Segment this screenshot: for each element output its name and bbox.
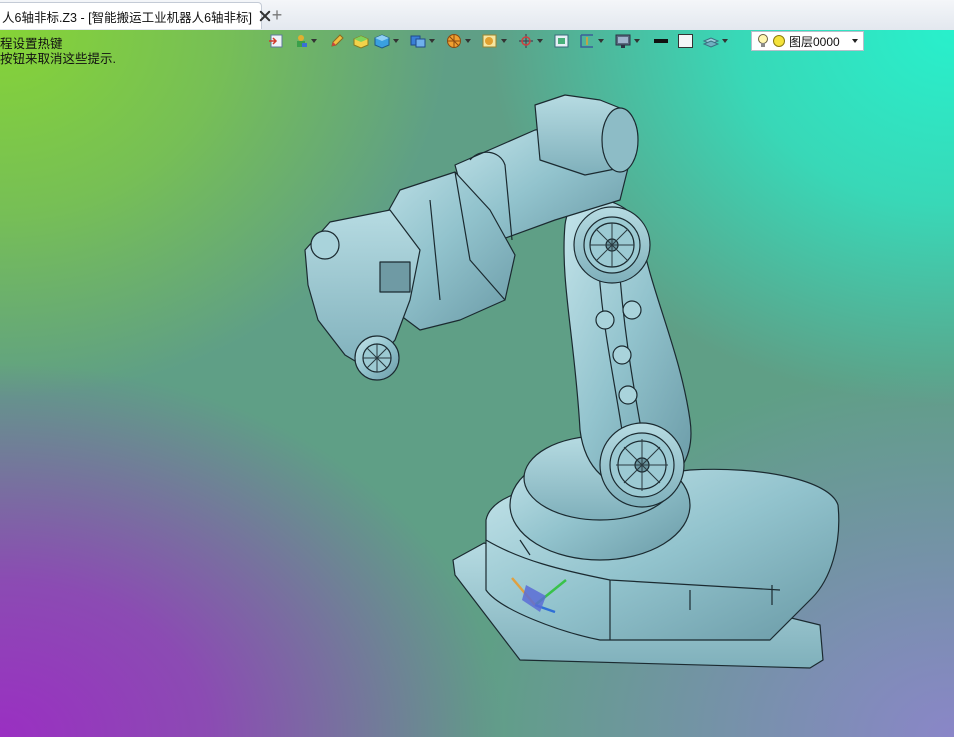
- color-picker-button[interactable]: [293, 31, 320, 51]
- chevron-down-icon: [465, 39, 471, 43]
- chevron-down-icon: [537, 39, 543, 43]
- new-tab-icon[interactable]: +: [268, 6, 286, 24]
- chevron-down-icon: [501, 39, 507, 43]
- import-icon: [269, 34, 283, 48]
- chevron-down-icon: [311, 39, 317, 43]
- color-picker-icon: [297, 35, 307, 47]
- dimension-button[interactable]: [578, 31, 607, 51]
- layer-select[interactable]: 图层0000: [751, 31, 864, 51]
- layer-stack-button[interactable]: [702, 31, 731, 51]
- line-color-button[interactable]: [652, 31, 670, 51]
- snap-button[interactable]: [517, 31, 546, 51]
- 3d-viewport[interactable]: 程设置热键 按钮来取消这些提示.: [0, 30, 954, 737]
- box-button[interactable]: [352, 31, 370, 51]
- bulb-icon: [758, 34, 768, 47]
- pencil-icon: [331, 34, 344, 47]
- sketch-button[interactable]: [329, 31, 345, 51]
- chevron-down-icon: [598, 39, 604, 43]
- layer-color-icon: [773, 35, 785, 47]
- fill-color-button[interactable]: [677, 31, 695, 51]
- display-icon: [615, 34, 631, 48]
- tab-bar: 人6轴非标.Z3 - [智能搬运工业机器人6轴非标] +: [0, 0, 954, 31]
- robot-model: [304, 94, 840, 669]
- layer-name: 图层0000: [789, 34, 840, 49]
- fit-view-button[interactable]: [553, 31, 571, 51]
- close-icon[interactable]: [258, 9, 261, 23]
- document-tab[interactable]: 人6轴非标.Z3 - [智能搬运工业机器人6轴非标]: [0, 2, 262, 29]
- render-style-button[interactable]: [445, 31, 474, 51]
- chevron-down-icon: [722, 39, 728, 43]
- chevron-down-icon: [393, 39, 399, 43]
- cube-button[interactable]: [373, 31, 402, 51]
- chevron-down-icon: [634, 39, 640, 43]
- view-toolbar: [268, 30, 731, 52]
- import-button[interactable]: [268, 31, 284, 51]
- display-button[interactable]: [614, 31, 643, 51]
- hint-line-2: 按钮来取消这些提示.: [0, 52, 116, 66]
- cube-icon: [374, 34, 390, 49]
- shading-icon: [482, 34, 497, 48]
- line-color-icon: [654, 39, 668, 43]
- chevron-down-icon: [852, 39, 858, 43]
- snap-icon: [519, 34, 533, 48]
- fit-view-icon: [554, 34, 569, 48]
- dimension-icon: [580, 34, 593, 48]
- layer-stack-icon: [702, 37, 720, 48]
- shading-button[interactable]: [481, 31, 510, 51]
- view-cube-icon: [410, 35, 426, 48]
- view-cube-button[interactable]: [409, 31, 438, 51]
- document-tab-title: 人6轴非标.Z3 - [智能搬运工业机器人6轴非标]: [2, 10, 253, 25]
- render-style-icon: [447, 34, 461, 48]
- chevron-down-icon: [429, 39, 435, 43]
- fill-color-icon: [678, 34, 693, 48]
- box-icon: [353, 35, 369, 49]
